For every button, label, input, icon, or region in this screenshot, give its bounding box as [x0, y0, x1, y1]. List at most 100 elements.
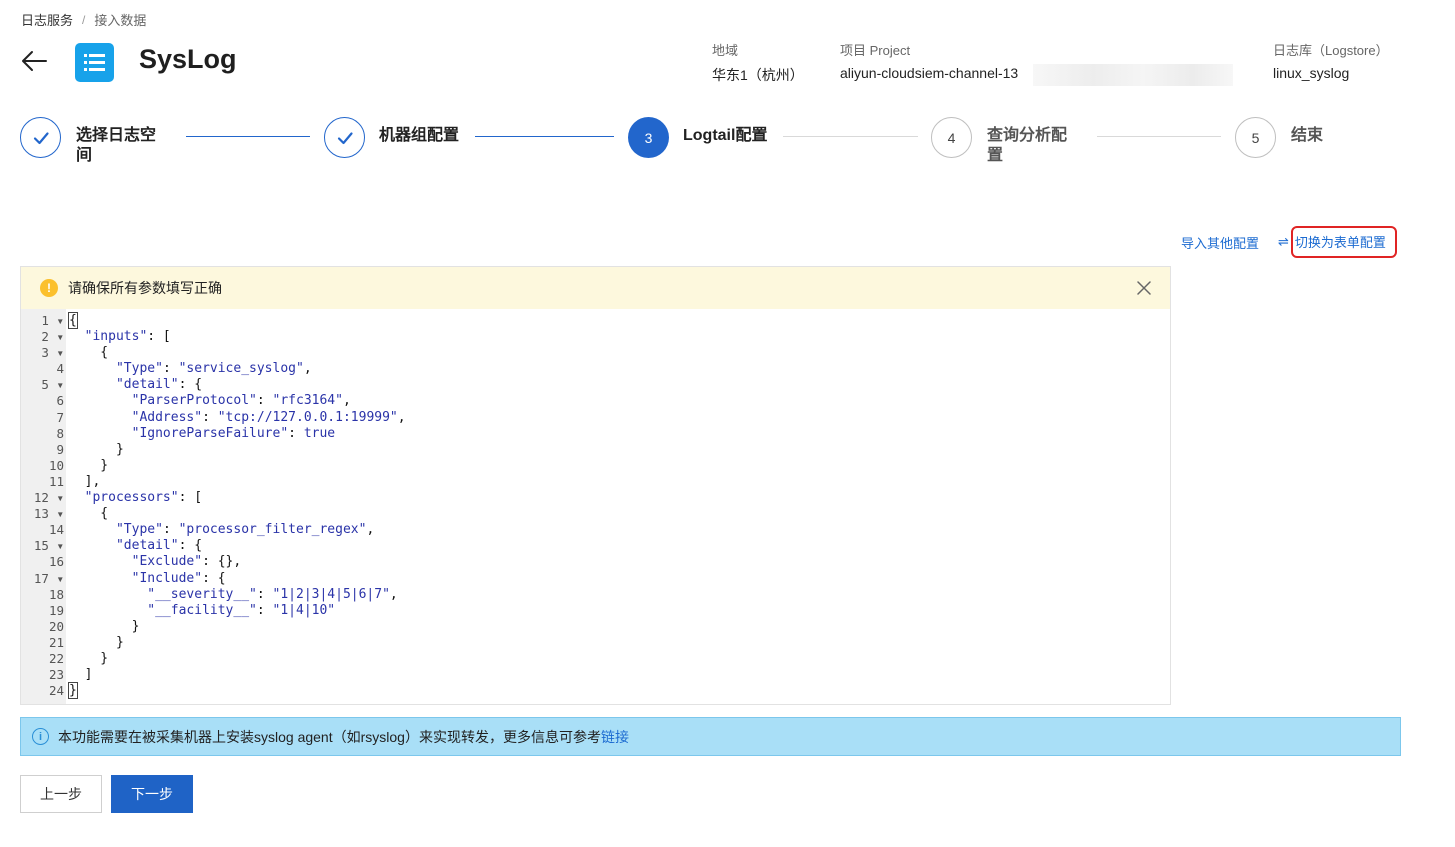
step-connector	[783, 136, 918, 137]
step-4-number: 4	[931, 117, 972, 158]
code-line: "detail": {	[115, 538, 203, 554]
code-line: {	[69, 506, 109, 522]
line-number: 19	[48, 602, 64, 618]
code-line: }	[69, 650, 109, 666]
code-line: "Type": "processor_filter_regex",	[115, 522, 375, 538]
code-line: "__facility__": "1|4|10"	[147, 602, 336, 618]
logstore-label: 日志库（Logstore）	[1273, 43, 1389, 58]
code-line: ],	[69, 473, 101, 489]
project-value: aliyun-cloudsiem-channel-13	[840, 65, 1019, 81]
code-line: "__severity__": "1|2|3|4|5|6|7",	[147, 586, 398, 602]
line-number: 4	[56, 361, 64, 377]
warning-banner: ! 请确保所有参数填写正确	[21, 267, 1170, 309]
line-number: 8	[56, 425, 64, 441]
line-number: 11	[48, 473, 64, 489]
breadcrumb-item-ingest-data: 接入数据	[94, 13, 147, 28]
line-number: 16	[48, 554, 64, 570]
line-number[interactable]: 13 ▾	[21, 506, 66, 522]
line-number: 14	[48, 522, 64, 538]
code-line: }	[69, 618, 140, 634]
region-value: 华东1（杭州）	[712, 67, 804, 83]
code-line: "Exclude": {},	[131, 554, 242, 570]
warning-text: 请确保所有参数填写正确	[68, 280, 222, 296]
line-number[interactable]: 3 ▾	[21, 345, 66, 361]
info-icon: i	[32, 728, 49, 745]
info-link[interactable]: 链接	[601, 729, 629, 745]
code-line: }	[69, 457, 109, 473]
redacted-area	[1033, 64, 1233, 86]
switch-arrows-icon: ⇌	[1278, 234, 1289, 249]
line-number[interactable]: 2 ▾	[21, 329, 66, 345]
info-text: 本功能需要在被采集机器上安装syslog agent（如rsyslog）来实现转…	[58, 727, 629, 747]
line-number: 21	[48, 634, 64, 650]
line-number[interactable]: 17 ▾	[21, 571, 66, 587]
step-2-label: 机器组配置	[379, 127, 460, 144]
warning-icon: !	[40, 279, 58, 297]
json-editor-panel: ! 请确保所有参数填写正确 1 ▾ 2 ▾ 3 ▾ 4 5 ▾ 6 7 8 9 10 1…	[20, 266, 1171, 705]
region-label: 地域	[712, 43, 739, 58]
step-connector	[475, 136, 614, 137]
line-number[interactable]: 1 ▾	[21, 313, 66, 329]
code-line: }	[69, 634, 124, 650]
breadcrumb: 日志服务 / 接入数据	[21, 10, 146, 29]
step-3-number: 3	[628, 117, 669, 158]
code-line: "Include": {	[131, 570, 226, 586]
code-line: "processors": [	[84, 490, 203, 506]
line-number[interactable]: 5 ▾	[21, 377, 66, 393]
code-line: "IgnoreParseFailure": true	[131, 425, 336, 441]
breadcrumb-separator: /	[82, 12, 86, 27]
line-number: 7	[56, 409, 64, 425]
step-1-label: 选择日志空间	[76, 127, 157, 164]
page-title: SysLog	[139, 44, 237, 74]
step-4-label: 查询分析配置	[987, 127, 1068, 164]
code-line: "ParserProtocol": "rfc3164",	[131, 393, 351, 409]
code-content[interactable]: { "inputs": [ { "Type": "service_syslog"…	[66, 309, 1170, 704]
next-step-button[interactable]: 下一步	[111, 775, 193, 813]
line-number-gutter: 1 ▾ 2 ▾ 3 ▾ 4 5 ▾ 6 7 8 9 10 11 12 ▾ 13 ▾ 14 1…	[21, 309, 66, 704]
line-number: 23	[48, 667, 64, 683]
step-5-label: 结束	[1291, 127, 1324, 144]
line-number[interactable]: 12 ▾	[21, 490, 66, 506]
region-info: 地域 华东1（杭州）	[712, 40, 804, 85]
code-line: {	[69, 345, 109, 361]
step-3-label: Logtail配置	[683, 127, 768, 144]
step-connector	[186, 136, 310, 137]
line-number: 22	[48, 650, 64, 666]
back-arrow-icon[interactable]	[20, 49, 48, 73]
code-line: "Address": "tcp://127.0.0.1:19999",	[131, 409, 406, 425]
code-line: }	[69, 441, 124, 457]
line-number[interactable]: 15 ▾	[21, 538, 66, 554]
step-progress: 选择日志空间 机器组配置 3 Logtail配置 4 查询分析配置 5 结束	[20, 116, 1440, 176]
code-line: {	[68, 312, 78, 329]
step-5-number: 5	[1235, 117, 1276, 158]
logstore-info: 日志库（Logstore） linux_syslog	[1273, 40, 1389, 81]
code-line: }	[68, 682, 78, 700]
switch-form-label[interactable]: 切换为表单配置	[1290, 226, 1397, 258]
step-connector	[1097, 136, 1221, 137]
line-number: 20	[48, 618, 64, 634]
step-1-check-icon	[20, 117, 61, 158]
code-line: "inputs": [	[84, 329, 171, 345]
import-config-link[interactable]: 导入其他配置	[1181, 233, 1259, 252]
config-actions: 导入其他配置 ⇌ 切换为表单配置	[1181, 226, 1397, 258]
close-icon[interactable]	[1136, 280, 1152, 296]
code-line: ]	[69, 667, 93, 683]
info-banner: i 本功能需要在被采集机器上安装syslog agent（如rsyslog）来实…	[20, 717, 1401, 756]
line-number: 6	[56, 393, 64, 409]
line-number: 24	[48, 683, 64, 699]
breadcrumb-item-log-service[interactable]: 日志服务	[21, 10, 73, 29]
project-info: 项目 Project aliyun-cloudsiem-channel-13	[840, 40, 1018, 81]
code-editor[interactable]: 1 ▾ 2 ▾ 3 ▾ 4 5 ▾ 6 7 8 9 10 11 12 ▾ 13 ▾ 14 1…	[21, 309, 1170, 704]
prev-step-button[interactable]: 上一步	[20, 775, 102, 813]
code-line: "detail": {	[115, 377, 203, 393]
page-header: SysLog 地域 华东1（杭州） 项目 Project aliyun-clou…	[20, 40, 1435, 86]
info-message: 本功能需要在被采集机器上安装syslog agent（如rsyslog）来实现转…	[58, 728, 601, 745]
line-number: 18	[48, 586, 64, 602]
line-number: 9	[56, 441, 64, 457]
step-2-check-icon	[324, 117, 365, 158]
switch-form-link[interactable]: ⇌ 切换为表单配置	[1278, 226, 1397, 258]
logstore-value: linux_syslog	[1273, 65, 1350, 81]
syslog-list-icon	[75, 43, 114, 82]
line-number: 10	[48, 457, 64, 473]
project-label: 项目 Project	[840, 43, 911, 58]
